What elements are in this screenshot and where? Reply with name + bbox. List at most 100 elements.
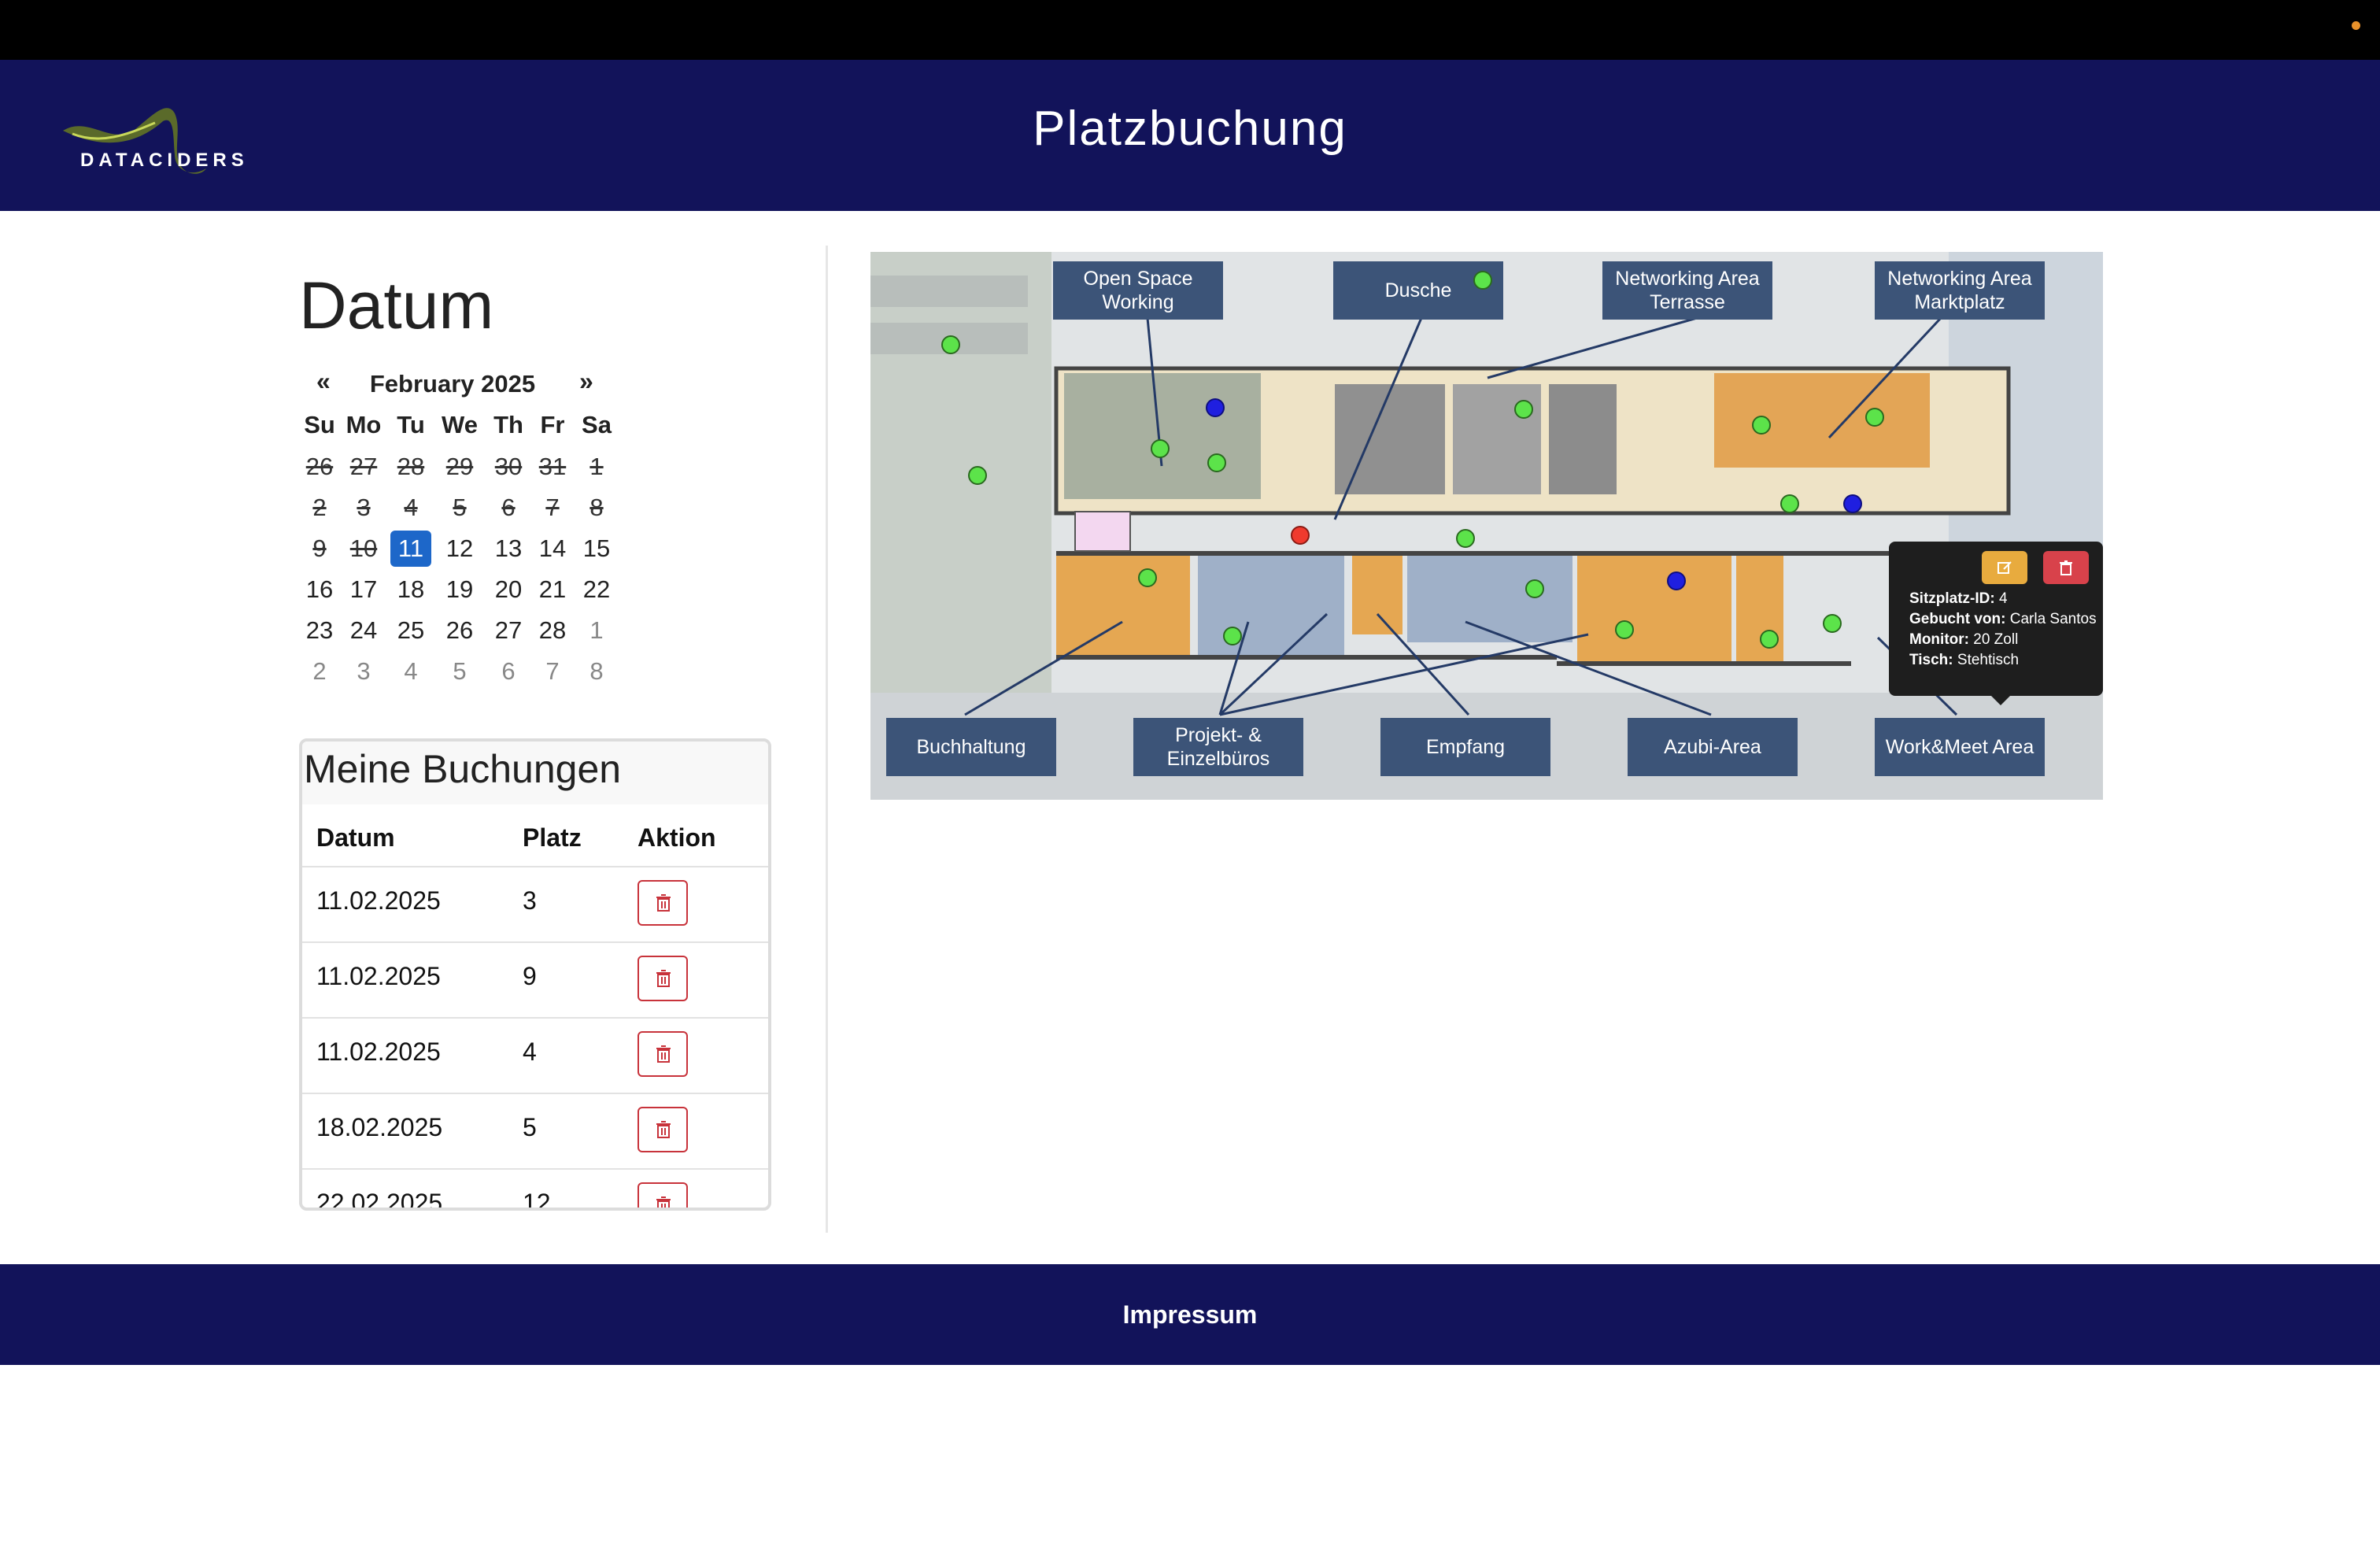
calendar-day[interactable]: 16 <box>299 571 340 608</box>
calendar-day[interactable]: 30 <box>488 449 529 485</box>
calendar-day[interactable]: 29 <box>439 449 480 485</box>
seat-marker[interactable] <box>1138 568 1157 587</box>
calendar-day[interactable]: 26 <box>439 612 480 649</box>
calendar-day[interactable]: 10 <box>343 531 384 567</box>
seat-marker[interactable] <box>968 466 987 485</box>
booked-by-value: Carla Santos <box>2009 611 2097 627</box>
weekday-label: We <box>442 411 478 438</box>
calendar-day[interactable]: 25 <box>390 612 431 649</box>
label-networking-terrasse: Networking Area Terrasse <box>1602 261 1772 320</box>
calendar-day-selected[interactable]: 11 <box>390 531 431 567</box>
seat-marker-mine[interactable] <box>1206 398 1225 417</box>
header-divider <box>302 866 768 867</box>
calendar-day[interactable]: 15 <box>576 531 617 567</box>
edit-booking-button[interactable] <box>1982 551 2027 584</box>
seat-marker[interactable] <box>1615 620 1634 639</box>
trash-icon <box>656 970 671 987</box>
delete-booking-button[interactable] <box>2043 551 2089 584</box>
seat-marker-taken[interactable] <box>1291 526 1310 545</box>
seat-marker-mine[interactable] <box>1667 571 1686 590</box>
seat-details: Sitzplatz-ID: 4 Gebucht von: Carla Santo… <box>1909 589 2098 671</box>
seat-marker[interactable] <box>1473 271 1492 290</box>
booked-by-label: Gebucht von: <box>1909 611 2006 627</box>
calendar-day[interactable]: 7 <box>532 490 573 526</box>
calendar-day[interactable]: 12 <box>439 531 480 567</box>
seat-marker[interactable] <box>1151 439 1170 458</box>
delete-booking-button[interactable] <box>638 1031 688 1077</box>
calendar-day[interactable]: 4 <box>390 653 431 690</box>
calendar-day[interactable]: 22 <box>576 571 617 608</box>
calendar-day[interactable]: 24 <box>343 612 384 649</box>
label-azubi-area: Azubi-Area <box>1628 718 1798 776</box>
monitor-label: Monitor: <box>1909 631 1969 648</box>
row-divider <box>302 941 768 943</box>
my-bookings-title: Meine Buchungen <box>302 742 768 804</box>
booking-seat: 9 <box>523 962 537 990</box>
delete-booking-button[interactable] <box>638 880 688 926</box>
calendar-day[interactable]: 17 <box>343 571 384 608</box>
calendar-day[interactable]: 21 <box>532 571 573 608</box>
calendar-day[interactable]: 18 <box>390 571 431 608</box>
next-month-button[interactable]: » <box>579 367 593 396</box>
calendar-day[interactable]: 1 <box>576 612 617 649</box>
calendar-day[interactable]: 14 <box>532 531 573 567</box>
calendar-day[interactable]: 28 <box>532 612 573 649</box>
seat-marker[interactable] <box>1207 453 1226 472</box>
seat-marker[interactable] <box>1865 408 1884 427</box>
seat-marker[interactable] <box>1514 400 1533 419</box>
delete-booking-button[interactable] <box>638 1107 688 1152</box>
edit-icon <box>1998 561 2012 574</box>
calendar-day[interactable]: 2 <box>299 490 340 526</box>
calendar-day[interactable]: 4 <box>390 490 431 526</box>
calendar-day[interactable]: 13 <box>488 531 529 567</box>
row-divider <box>302 1017 768 1019</box>
seat-marker-mine[interactable] <box>1843 494 1862 513</box>
seat-marker[interactable] <box>1780 494 1799 513</box>
month-label: February 2025 <box>369 370 536 398</box>
calendar-day[interactable]: 23 <box>299 612 340 649</box>
seat-marker[interactable] <box>1525 579 1544 598</box>
weekday-label: Fr <box>540 411 565 438</box>
calendar-day[interactable]: 8 <box>576 653 617 690</box>
calendar-day[interactable]: 31 <box>532 449 573 485</box>
calendar-day[interactable]: 19 <box>439 571 480 608</box>
tooltip-arrow <box>1991 696 2010 705</box>
app-footer: Impressum <box>0 1264 2380 1365</box>
calendar-day[interactable]: 2 <box>299 653 340 690</box>
calendar-day[interactable]: 6 <box>488 653 529 690</box>
calendar-day[interactable]: 8 <box>576 490 617 526</box>
calendar-day[interactable]: 6 <box>488 490 529 526</box>
seat-marker[interactable] <box>1456 529 1475 548</box>
calendar-day[interactable]: 3 <box>343 653 384 690</box>
calendar-day[interactable]: 9 <box>299 531 340 567</box>
label-buchhaltung: Buchhaltung <box>886 718 1056 776</box>
calendar-day[interactable]: 5 <box>439 490 480 526</box>
trash-icon <box>656 1121 671 1138</box>
seat-marker[interactable] <box>941 335 960 354</box>
seat-marker[interactable] <box>1223 627 1242 645</box>
calendar-day[interactable]: 20 <box>488 571 529 608</box>
my-bookings-panel: Meine Buchungen Datum Platz Aktion 11.02… <box>299 738 771 1211</box>
impressum-link[interactable]: Impressum <box>0 1300 2380 1330</box>
weekday-label: Sa <box>582 411 612 438</box>
calendar-day[interactable]: 1 <box>576 449 617 485</box>
calendar-day[interactable]: 7 <box>532 653 573 690</box>
calendar-day[interactable]: 26 <box>299 449 340 485</box>
calendar-day[interactable]: 28 <box>390 449 431 485</box>
row-divider <box>302 1168 768 1170</box>
seat-marker[interactable] <box>1823 614 1842 633</box>
seat-marker[interactable] <box>1752 416 1771 435</box>
booking-date: 11.02.2025 <box>316 962 441 990</box>
delete-booking-button[interactable] <box>638 1182 688 1208</box>
calendar-day[interactable]: 5 <box>439 653 480 690</box>
weekday-label: Th <box>493 411 523 438</box>
calendar-day[interactable]: 27 <box>488 612 529 649</box>
seat-marker[interactable] <box>1760 630 1779 649</box>
booking-seat: 5 <box>523 1113 537 1141</box>
app-header: DATACIDERS Platzbuchung <box>0 60 2380 211</box>
trash-icon <box>656 1045 671 1063</box>
calendar-day[interactable]: 3 <box>343 490 384 526</box>
delete-booking-button[interactable] <box>638 956 688 1001</box>
trash-icon <box>656 894 671 912</box>
calendar-day[interactable]: 27 <box>343 449 384 485</box>
